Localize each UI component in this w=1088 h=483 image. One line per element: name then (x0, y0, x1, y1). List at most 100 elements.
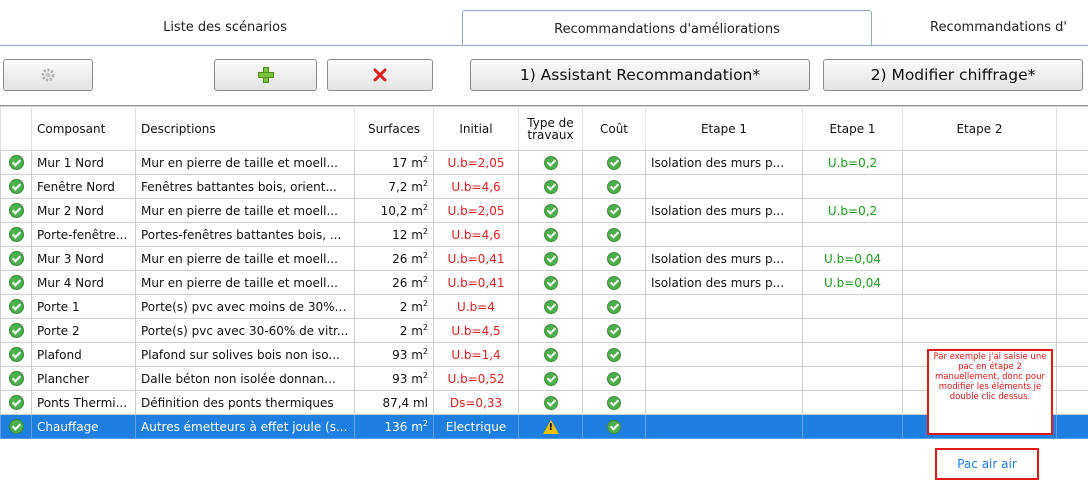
cell-etape1-value[interactable]: U.b=0,2 (803, 151, 903, 175)
cell-status[interactable] (583, 271, 646, 295)
cell-status[interactable] (1, 247, 32, 271)
column-header[interactable]: Etape 1 (646, 107, 803, 151)
column-header[interactable]: Etape 2 (903, 107, 1057, 151)
cell-status[interactable] (1, 343, 32, 367)
cell-extra[interactable] (1057, 223, 1088, 247)
cell-composant[interactable]: Mur 1 Nord (32, 151, 136, 175)
cell-status[interactable] (583, 415, 646, 439)
cell-status[interactable] (1, 415, 32, 439)
column-header[interactable]: Coût (583, 107, 646, 151)
cell-status[interactable] (583, 175, 646, 199)
cell-status[interactable] (519, 415, 583, 439)
table-row[interactable]: Mur 2 NordMur en pierre de taille et moe… (1, 199, 1088, 223)
cell-etape1[interactable]: Isolation des murs p... (646, 247, 803, 271)
cell-description[interactable]: Porte(s) pvc avec moins de 30% ... (136, 295, 355, 319)
cell-surface[interactable]: 136 m2 (355, 415, 434, 439)
cell-extra[interactable] (1057, 415, 1088, 439)
cell-initial[interactable]: U.b=2,05 (434, 151, 519, 175)
cell-composant[interactable]: Plafond (32, 343, 136, 367)
cell-status[interactable] (519, 151, 583, 175)
cell-status[interactable] (1, 175, 32, 199)
cell-status[interactable] (1, 319, 32, 343)
table-row[interactable]: Mur 3 NordMur en pierre de taille et moe… (1, 247, 1088, 271)
cell-status[interactable] (1, 199, 32, 223)
cell-etape1-value[interactable]: U.b=0,04 (803, 271, 903, 295)
cell-description[interactable]: Mur en pierre de taille et moell... (136, 247, 355, 271)
cell-etape1-value[interactable] (803, 391, 903, 415)
cell-initial[interactable]: U.b=2,05 (434, 199, 519, 223)
cell-extra[interactable] (1057, 247, 1088, 271)
cell-composant[interactable]: Porte-fenêtre... (32, 223, 136, 247)
cell-status[interactable] (583, 223, 646, 247)
cell-status[interactable] (1, 151, 32, 175)
cell-etape1[interactable] (646, 367, 803, 391)
cell-extra[interactable] (1057, 175, 1088, 199)
cell-description[interactable]: Fenêtres battantes bois, orient... (136, 175, 355, 199)
cell-etape2[interactable] (903, 247, 1057, 271)
table-row[interactable]: Porte 2Porte(s) pvc avec 30-60% de vitr.… (1, 319, 1088, 343)
cell-initial[interactable]: U.b=4,6 (434, 223, 519, 247)
cell-etape2[interactable] (903, 295, 1057, 319)
cell-etape1[interactable]: Isolation des murs p... (646, 151, 803, 175)
column-header[interactable]: Initial (434, 107, 519, 151)
table-row[interactable]: Mur 4 NordMur en pierre de taille et moe… (1, 271, 1088, 295)
cell-initial[interactable]: U.b=4 (434, 295, 519, 319)
assistant-recommandation-button[interactable]: 1) Assistant Recommandation* (470, 59, 810, 91)
cell-composant[interactable]: Fenêtre Nord (32, 175, 136, 199)
table-row[interactable]: Fenêtre NordFenêtres battantes bois, ori… (1, 175, 1088, 199)
cell-initial[interactable]: Ds=0,33 (434, 391, 519, 415)
cell-surface[interactable]: 26 m2 (355, 247, 434, 271)
cell-initial[interactable]: U.b=0,41 (434, 271, 519, 295)
cell-description[interactable]: Définition des ponts thermiques (136, 391, 355, 415)
column-header[interactable]: Type de travaux (519, 107, 583, 151)
cell-surface[interactable]: 10,2 m2 (355, 199, 434, 223)
cell-status[interactable] (519, 175, 583, 199)
cell-etape2[interactable] (903, 319, 1057, 343)
add-button[interactable] (214, 59, 317, 91)
cell-status[interactable] (519, 247, 583, 271)
cell-etape1-value[interactable] (803, 175, 903, 199)
table-row[interactable]: PlafondPlafond sur solives bois non iso.… (1, 343, 1088, 367)
cell-initial[interactable]: U.b=0,52 (434, 367, 519, 391)
table-row[interactable]: Ponts Thermi...Définition des ponts ther… (1, 391, 1088, 415)
cell-etape1-value[interactable] (803, 343, 903, 367)
cell-composant[interactable]: Plancher (32, 367, 136, 391)
cell-status[interactable] (583, 151, 646, 175)
delete-button[interactable] (327, 59, 433, 91)
column-header[interactable]: Composant (32, 107, 136, 151)
cell-status[interactable] (1, 391, 32, 415)
cell-surface[interactable]: 7,2 m2 (355, 175, 434, 199)
cell-status[interactable] (519, 391, 583, 415)
cell-etape1-value[interactable]: U.b=0,04 (803, 247, 903, 271)
cell-surface[interactable]: 17 m2 (355, 151, 434, 175)
cell-status[interactable] (519, 343, 583, 367)
cell-surface[interactable]: 93 m2 (355, 343, 434, 367)
table-row[interactable]: Mur 1 NordMur en pierre de taille et moe… (1, 151, 1088, 175)
cell-status[interactable] (583, 247, 646, 271)
cell-extra[interactable] (1057, 319, 1088, 343)
cell-description[interactable]: Mur en pierre de taille et moell... (136, 151, 355, 175)
cell-extra[interactable] (1057, 391, 1088, 415)
cell-etape2[interactable] (903, 223, 1057, 247)
cell-etape1[interactable] (646, 415, 803, 439)
cell-etape1[interactable] (646, 175, 803, 199)
cell-initial[interactable]: U.b=4,6 (434, 175, 519, 199)
cell-status[interactable] (1, 295, 32, 319)
cell-composant[interactable]: Mur 4 Nord (32, 271, 136, 295)
cell-status[interactable] (583, 367, 646, 391)
cell-initial[interactable]: U.b=0,41 (434, 247, 519, 271)
cell-extra[interactable] (1057, 199, 1088, 223)
cell-surface[interactable]: 26 m2 (355, 271, 434, 295)
cell-etape1[interactable] (646, 343, 803, 367)
cell-status[interactable] (519, 271, 583, 295)
cell-etape2[interactable] (903, 175, 1057, 199)
cell-composant[interactable]: Ponts Thermi... (32, 391, 136, 415)
cell-initial[interactable]: U.b=1,4 (434, 343, 519, 367)
table-row[interactable]: Porte 1Porte(s) pvc avec moins de 30% ..… (1, 295, 1088, 319)
cell-etape1[interactable] (646, 223, 803, 247)
cell-status[interactable] (519, 223, 583, 247)
tab-scenarios[interactable]: Liste des scénarios (60, 10, 390, 45)
cell-extra[interactable] (1057, 367, 1088, 391)
table-row[interactable]: PlancherDalle béton non isolée donnan...… (1, 367, 1088, 391)
cell-status[interactable] (583, 199, 646, 223)
